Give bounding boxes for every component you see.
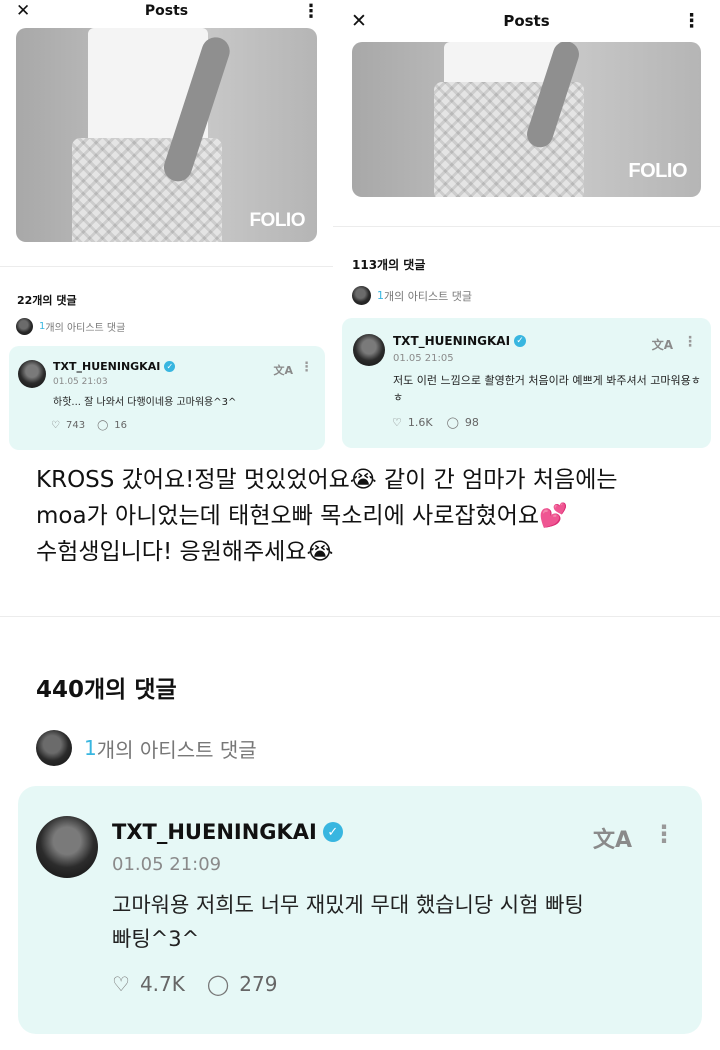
avatar xyxy=(36,730,72,766)
folio-logo: FOLIO xyxy=(249,210,305,231)
username[interactable]: TXT_HUENINGKAI ✓ xyxy=(53,360,176,373)
more-icon[interactable]: ⋮ xyxy=(682,10,701,32)
like-count: 743 xyxy=(65,420,86,431)
divider xyxy=(0,266,333,267)
translate-icon[interactable]: 文A xyxy=(273,362,293,378)
divider xyxy=(0,616,720,617)
avatar xyxy=(352,286,371,305)
artist-comment-label: 개의 아티스트 댓글 xyxy=(96,737,257,762)
username-text: TXT_HUENINGKAI xyxy=(112,820,317,844)
comment-line: 고마워용 저희도 너무 재밌게 무대 했습니당 시험 빠팅 xyxy=(112,893,584,917)
right-top-bar: ✕ Posts ⋮ xyxy=(333,8,720,34)
translate-icon[interactable]: 文A xyxy=(593,822,632,854)
artist-comment-num: 1 xyxy=(84,736,97,760)
left-top-bar: ✕ Posts ⋮ xyxy=(0,0,333,22)
avatar[interactable] xyxy=(353,334,385,366)
reply-icon[interactable]: ◯ xyxy=(207,972,229,996)
avatar xyxy=(16,318,33,335)
comment-text: 고마워용 저희도 너무 재밌게 무대 했습니당 시험 빠팅 빠팅^3^ xyxy=(112,888,682,956)
comment-count: 113개의 댓글 xyxy=(352,258,426,272)
artist-comment-filter[interactable]: 1 개의 아티스트 댓글 xyxy=(36,730,257,766)
post-body-text: KROSS 갔어요!정말 멋있었어요😭 같이 간 엄마가 처음에는 moa가 아… xyxy=(36,462,696,570)
photo-pants xyxy=(72,138,222,242)
like-count: 4.7K xyxy=(139,972,185,996)
kebab-icon[interactable]: ⋮ xyxy=(652,820,676,848)
post-line: 수험생입니다! 응원해주세요😭 xyxy=(36,539,334,565)
like-icon[interactable]: ♡ xyxy=(51,420,60,431)
divider xyxy=(333,226,720,227)
folio-logo: FOLIO xyxy=(628,160,687,182)
comment-count: 440개의 댓글 xyxy=(36,677,177,703)
comment-date: 01.05 21:09 xyxy=(112,854,222,875)
artist-comment-card: TXT_HUENINGKAI ✓ 01.05 21:03 하핫... 잘 나와서… xyxy=(9,346,325,450)
post-line: KROSS 갔어요!정말 멋있었어요😭 같이 간 엄마가 처음에는 xyxy=(36,467,618,493)
screenshot-collage: ✕ Posts ⋮ FOLIO 22개의 댓글 1 개의 아티스트 댓글 TXT… xyxy=(0,0,720,1050)
comment-stats: ♡ 743 ◯ 16 xyxy=(51,420,127,431)
close-icon[interactable]: ✕ xyxy=(16,1,30,21)
artist-comment-filter[interactable]: 1 개의 아티스트 댓글 xyxy=(352,286,472,305)
close-icon[interactable]: ✕ xyxy=(351,10,367,32)
verified-icon: ✓ xyxy=(164,361,176,372)
right-post-panel: ✕ Posts ⋮ FOLIO 113개의 댓글 1 개의 아티스트 댓글 TX… xyxy=(333,0,720,456)
post-line: moa가 아니었는데 태현오빠 목소리에 사로잡혔어요💕 xyxy=(36,503,568,529)
artist-comment-card: TXT_HUENINGKAI ✓ 01.05 21:09 고마워용 저희도 너무… xyxy=(18,786,702,1034)
page-title: Posts xyxy=(144,3,189,19)
page-title: Posts xyxy=(503,12,550,30)
kebab-icon[interactable]: ⋮ xyxy=(300,360,313,375)
comment-line: 빠팅^3^ xyxy=(112,927,200,951)
like-count: 1.6K xyxy=(407,416,433,429)
avatar[interactable] xyxy=(18,360,46,388)
verified-icon: ✓ xyxy=(322,822,343,842)
comment-date: 01.05 21:03 xyxy=(53,377,108,387)
more-icon[interactable]: ⋮ xyxy=(302,1,320,22)
comment-stats: ♡ 4.7K ◯ 279 xyxy=(112,972,277,996)
avatar[interactable] xyxy=(36,816,98,878)
username[interactable]: TXT_HUENINGKAI ✓ xyxy=(393,334,527,348)
verified-icon: ✓ xyxy=(514,335,527,347)
comment-count: 22개의 댓글 xyxy=(17,294,77,307)
artist-comment-card: TXT_HUENINGKAI ✓ 01.05 21:05 저도 이런 느낌으로 … xyxy=(342,318,711,448)
post-photo: FOLIO xyxy=(16,28,317,242)
username-text: TXT_HUENINGKAI xyxy=(53,360,161,373)
left-post-panel: ✕ Posts ⋮ FOLIO 22개의 댓글 1 개의 아티스트 댓글 TXT… xyxy=(0,0,333,456)
username[interactable]: TXT_HUENINGKAI ✓ xyxy=(112,820,343,844)
artist-comment-label: 개의 아티스트 댓글 xyxy=(45,323,126,334)
reply-icon[interactable]: ◯ xyxy=(447,416,459,429)
reply-icon[interactable]: ◯ xyxy=(97,420,108,431)
like-icon[interactable]: ♡ xyxy=(392,416,402,429)
artist-comment-num: 1 xyxy=(377,289,384,302)
artist-comment-filter[interactable]: 1 개의 아티스트 댓글 xyxy=(16,318,125,335)
reply-count: 98 xyxy=(464,416,479,429)
comment-text: 하핫... 잘 나와서 다행이네용 고마워용^3^ xyxy=(53,397,237,408)
reply-count: 16 xyxy=(114,420,127,431)
comment-date: 01.05 21:05 xyxy=(393,353,454,364)
username-text: TXT_HUENINGKAI xyxy=(393,334,511,348)
translate-icon[interactable]: 文A xyxy=(652,336,673,353)
artist-comment-label: 개의 아티스트 댓글 xyxy=(384,289,472,303)
comment-text: 저도 이런 느낌으로 촬영한거 처음이라 예쁘게 봐주셔서 고마워용ㅎㅎ xyxy=(393,374,701,404)
kebab-icon[interactable]: ⋮ xyxy=(683,334,697,350)
like-icon[interactable]: ♡ xyxy=(112,972,130,996)
reply-count: 279 xyxy=(239,972,278,996)
post-photo: FOLIO xyxy=(352,42,701,197)
comment-stats: ♡ 1.6K ◯ 98 xyxy=(392,416,479,429)
